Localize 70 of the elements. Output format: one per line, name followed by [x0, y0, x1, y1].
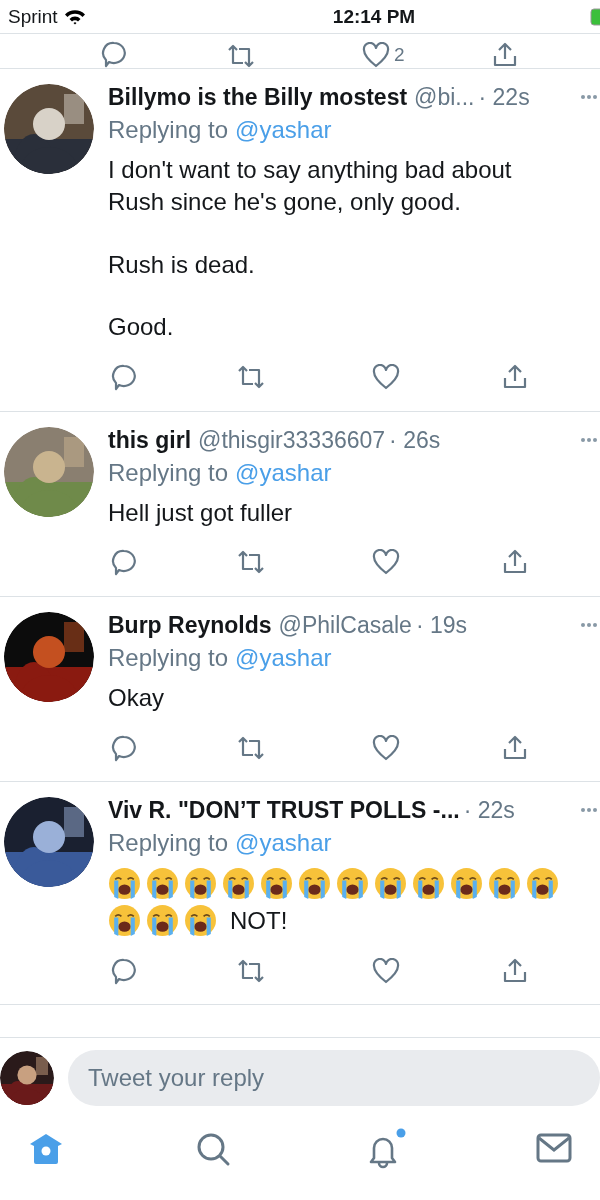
- crying-face-icon: [526, 867, 559, 901]
- share-icon[interactable]: [492, 42, 518, 68]
- crying-face-icon: [450, 867, 483, 901]
- crying-face-icon: [374, 867, 407, 901]
- reply-icon[interactable]: [110, 363, 138, 392]
- share-icon[interactable]: [502, 364, 528, 391]
- crying-face-icon: [184, 867, 217, 901]
- replying-label: Replying to: [108, 829, 229, 858]
- like-icon[interactable]: [372, 957, 400, 984]
- battery-icon: [590, 7, 600, 26]
- more-icon[interactable]: [580, 621, 598, 628]
- like-count: 2: [394, 44, 405, 66]
- tweet-text: NOT!: [230, 906, 288, 935]
- user-handle[interactable]: @PhilCasale: [278, 611, 412, 639]
- wifi-icon: [63, 8, 86, 25]
- retweet-icon[interactable]: [236, 365, 266, 390]
- tweet-time: · 19s: [415, 611, 467, 639]
- crying-face-icon: [146, 904, 179, 938]
- more-icon[interactable]: [580, 94, 598, 100]
- crying-face-icon: [336, 867, 369, 901]
- crying-face-icon: [146, 867, 179, 901]
- retweet-icon[interactable]: [236, 958, 266, 983]
- retweet-icon[interactable]: [226, 44, 256, 68]
- mention-link[interactable]: @yashar: [235, 116, 332, 144]
- crying-face-icon: [260, 867, 293, 901]
- tweet-time: · 22s: [478, 84, 530, 111]
- user-name[interactable]: Burp Reynolds: [108, 611, 272, 639]
- like-icon[interactable]: [372, 364, 400, 391]
- crying-face-icon: [108, 904, 141, 938]
- user-name[interactable]: Viv R. "DON’T TRUST POLLS -...: [108, 797, 460, 825]
- mention-link[interactable]: @yashar: [235, 643, 332, 672]
- user-name[interactable]: Billymo is the Billy mostest: [108, 84, 408, 111]
- retweet-icon[interactable]: [236, 735, 266, 760]
- replying-label: Replying to: [108, 116, 229, 144]
- reply-field[interactable]: Tweet your reply: [68, 1050, 600, 1106]
- reply-icon[interactable]: [100, 40, 128, 68]
- crying-face-icon: [488, 867, 521, 901]
- reply-icon[interactable]: [110, 733, 138, 762]
- tweet-text: Hell just got fuller: [108, 497, 294, 528]
- more-icon[interactable]: [580, 436, 598, 443]
- share-icon[interactable]: [502, 734, 528, 761]
- like-icon[interactable]: [362, 42, 390, 68]
- tweet-text: Okay: [108, 682, 165, 713]
- user-name[interactable]: this girl: [108, 426, 192, 454]
- tweet-time: · 26s: [389, 426, 441, 454]
- mention-link[interactable]: @yashar: [235, 458, 332, 487]
- user-handle[interactable]: @thisgir33336607: [198, 426, 386, 454]
- tweet-text: I don't want to say anything bad about Rush since he's gone, only good.: [108, 155, 513, 218]
- tweet-time: · 22s: [463, 797, 515, 825]
- crying-face-icon: [108, 867, 141, 901]
- crying-face-icon: [298, 867, 331, 901]
- replying-label: Replying to: [108, 643, 229, 672]
- tweet-text: Good.: [108, 312, 175, 343]
- crying-face-icon: [184, 904, 217, 938]
- retweet-icon[interactable]: [236, 550, 266, 575]
- crying-face-icon: [222, 867, 255, 901]
- more-icon[interactable]: [580, 807, 598, 814]
- share-icon[interactable]: [502, 957, 528, 984]
- user-handle[interactable]: @bi...: [414, 84, 475, 111]
- clock-time: 12:14 PM: [332, 5, 416, 28]
- share-icon[interactable]: [502, 549, 528, 576]
- tweet-text: Rush is dead.: [108, 249, 256, 280]
- replying-label: Replying to: [108, 458, 229, 487]
- reply-icon[interactable]: [110, 548, 138, 577]
- carrier-name: Sprint: [8, 5, 58, 28]
- like-icon[interactable]: [372, 549, 400, 576]
- mention-link[interactable]: @yashar: [235, 829, 332, 858]
- like-icon[interactable]: [372, 734, 400, 761]
- crying-face-icon: [412, 867, 445, 901]
- reply-icon[interactable]: [110, 956, 138, 985]
